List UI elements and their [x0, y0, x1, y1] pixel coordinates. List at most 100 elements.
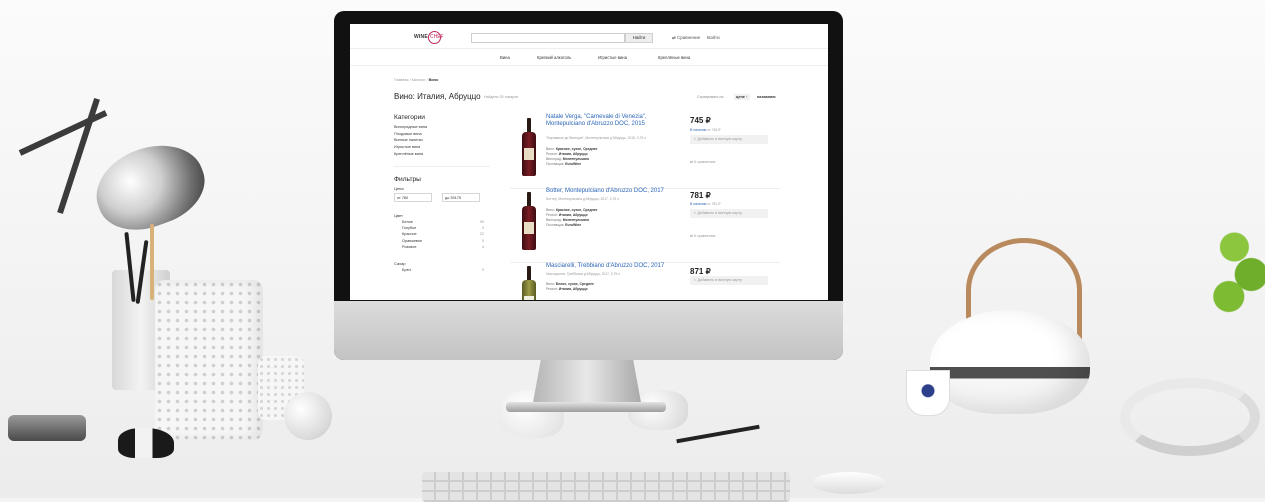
wine-bottle-image[interactable] [522, 266, 536, 300]
category-item[interactable]: Плодовые вина [394, 131, 490, 138]
compare-label: Сравнение [677, 35, 701, 40]
cart-label: Добавить в винную карту [697, 278, 743, 282]
category-item[interactable]: Винные напитки [394, 137, 490, 144]
product-price: 745 ₽ [690, 116, 711, 125]
nav-item-spirits[interactable]: Крепкий алкоголь [537, 55, 571, 60]
product-price: 871 ₽ [690, 267, 711, 276]
desk-lamp-base [8, 415, 86, 441]
decor-ball [284, 392, 332, 440]
product-card: Botter, Montepulciano d'Abruzzo DOC, 201… [510, 186, 780, 263]
add-to-compare-link[interactable]: ⇄ К сравнению [690, 160, 715, 164]
plant [1212, 214, 1265, 324]
color-count: 4 [481, 245, 484, 250]
filters-heading: Фильтры [394, 175, 421, 183]
stock-label: В наличии [690, 202, 707, 206]
imac-stand [532, 360, 642, 408]
sugar-filter-label: Сахар [394, 261, 406, 267]
category-item[interactable]: Игристые вина [394, 144, 490, 151]
category-item[interactable]: Креплёные вина [394, 151, 490, 158]
sort-by-name[interactable]: названию [757, 95, 776, 99]
color-filter-option[interactable]: Розовое 4 [394, 245, 490, 251]
sort-by-price[interactable]: цене ↑ [734, 94, 750, 100]
attr-key: Регион: [546, 152, 558, 156]
color-filter-label: Цвет [394, 212, 403, 218]
nav-item-sparkling[interactable]: Игристые вина [598, 55, 627, 60]
attr-value: Красное, сухое, Среднее [555, 147, 598, 151]
attr-value: EuroWine [565, 223, 582, 227]
price-range: от 780 до 39175 [394, 192, 490, 203]
headphones [1120, 378, 1260, 456]
search-input[interactable] [471, 33, 625, 43]
price-from-field[interactable]: от 780 [394, 192, 432, 202]
stock-extra: от 781 ₽ [707, 202, 721, 206]
color-name: Оранжевое [402, 238, 423, 243]
sidebar: Категории Виноградные вина Плодовые вина… [394, 114, 490, 275]
sugar-filter-option[interactable]: Брют 0 [394, 268, 490, 274]
search-button[interactable]: Найти [625, 33, 653, 43]
mouse [812, 472, 886, 494]
wine-bottle-image[interactable] [522, 192, 536, 250]
compare-link[interactable]: ⇄ Сравнение [672, 35, 700, 41]
product-subtitle: Боттер, Монтепульчано д'Абруццо, 2017, 0… [546, 197, 619, 201]
product-subtitle: "Карнавале ди Венеция", Монтепульчано д'… [546, 136, 647, 140]
page-title: Вино: Италия, Абруццо [394, 92, 481, 101]
color-count: 22 [479, 232, 484, 237]
product-title[interactable]: Natale Verga, "Carnevale di Venezia", Mo… [546, 114, 676, 128]
add-to-compare-link[interactable]: ⇄ К сравнению [690, 234, 715, 238]
attr-value: Монтепульчано [562, 218, 590, 222]
color-count: 39 [479, 219, 484, 224]
color-name: Розовое [402, 245, 417, 250]
screen: WINE CHEF Найти ⇄ Сравнение Войти Вина К… [350, 24, 828, 300]
attr-key: Виноград: [546, 218, 562, 222]
attr-value: Белое, сухое, Среднее [555, 282, 594, 286]
wine-bottle-image[interactable] [522, 118, 536, 176]
site-logo[interactable]: WINE CHEF [414, 31, 450, 44]
add-to-wine-list-button[interactable]: ☆ Добавить в винную карту [690, 135, 768, 144]
attr-key: Регион: [546, 287, 558, 291]
attr-key: Поставщик: [546, 223, 565, 227]
logo-accent: CHEF [430, 34, 444, 40]
category-item[interactable]: Виноградные вина [394, 124, 490, 131]
price-to-field[interactable]: до 39175 [442, 192, 480, 202]
attr-key: Регион: [546, 213, 558, 217]
categories-heading: Категории [394, 114, 425, 121]
attr-value: EuroWine [565, 162, 582, 166]
add-to-wine-list-button[interactable]: ☆ Добавить в винную карту [690, 276, 768, 285]
breadcrumb: Главная / Каталог / Вино [394, 78, 438, 82]
sugar-name: Брют [402, 268, 412, 273]
breadcrumb-current: Вино [428, 78, 439, 82]
color-name: Голубое [402, 225, 417, 230]
tea-cup [906, 370, 950, 416]
attr-key: Поставщик: [546, 162, 565, 166]
compare-label: К сравнению [694, 234, 716, 238]
login-link[interactable]: Войти [707, 35, 720, 40]
attr-value: Красное, сухое, Среднее [555, 208, 598, 212]
imac-stand-foot [506, 402, 666, 412]
panda-figurine [118, 428, 174, 458]
attr-value: Италия, Абруццо [558, 287, 588, 291]
nav-item-fortified[interactable]: Креплёные вина [658, 55, 690, 60]
product-card: Natale Verga, "Carnevale di Venezia", Mo… [510, 112, 780, 189]
nav-item-wines[interactable]: Вина [500, 55, 510, 60]
main-nav: Вина Крепкий алкоголь Игристые вина Креп… [350, 48, 828, 66]
attr-key: Виноград: [546, 157, 562, 161]
color-name: Красное [402, 232, 417, 237]
product-price: 781 ₽ [690, 191, 711, 200]
perforated-vase [155, 280, 263, 440]
breadcrumb-path[interactable]: Главная / Каталог / [394, 78, 428, 82]
price-filter-label: Цена [394, 185, 404, 191]
cart-label: Добавить в винную карту [697, 137, 743, 141]
results-count: Найдено 30 товаров [484, 95, 519, 99]
sort-label: Сортировать по: [697, 95, 725, 99]
site-header: WINE CHEF Найти ⇄ Сравнение Войти [350, 24, 828, 48]
color-count: 0 [481, 238, 484, 243]
stock-status: В наличии от 781 ₽ [690, 202, 720, 206]
product-subtitle: Масчарелли, Треббьяно д'Абруццо, 2017, 0… [546, 272, 621, 276]
product-attr: Поставщик: EuroWine [546, 162, 581, 167]
attr-key: Вино: [546, 282, 555, 286]
product-card: Masciarelli, Trebbiano d'Abruzzo DOC, 20… [510, 260, 780, 300]
product-attr: Регион: Италия, Абруццо [546, 287, 588, 292]
cart-label: Добавить в винную карту [697, 211, 743, 215]
attr-value: Италия, Абруццо [558, 152, 588, 156]
add-to-wine-list-button[interactable]: ☆ Добавить в винную карту [690, 209, 768, 218]
